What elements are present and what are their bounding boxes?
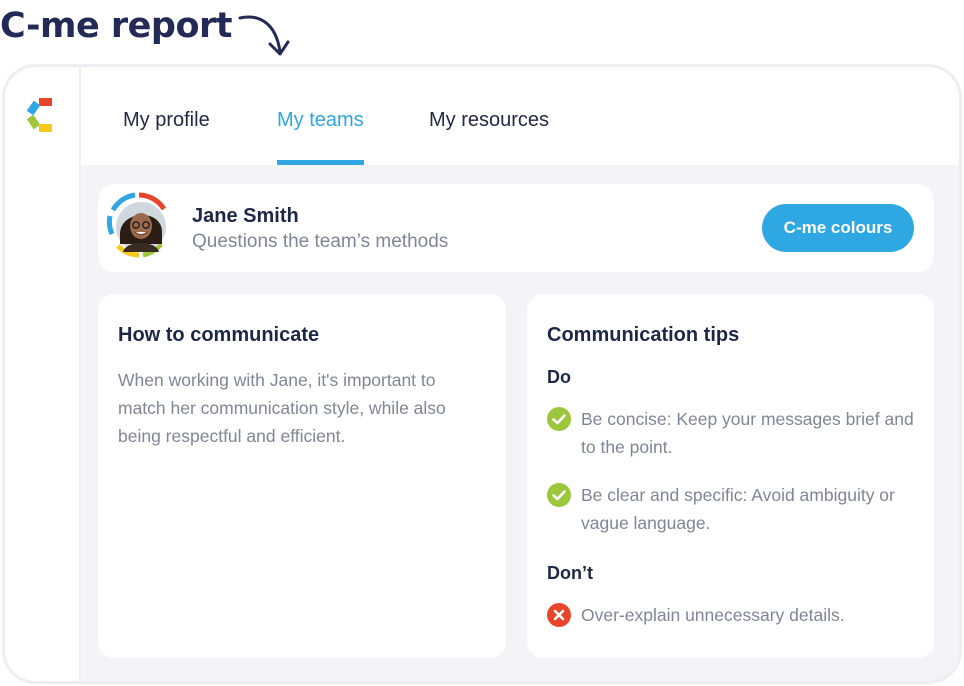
profile-description: Questions the team’s methods	[192, 231, 449, 252]
c-me-colours-button[interactable]: C-me colours	[762, 204, 914, 252]
card-title: How to communicate	[118, 324, 320, 346]
card-title: Communication tips	[547, 324, 740, 346]
check-circle-icon	[547, 483, 571, 507]
profile-card: Jane Smith Questions the team’s methods …	[98, 184, 934, 272]
dont-tip-item: Over-explain unnecessary details.	[547, 601, 919, 629]
avatar[interactable]	[106, 192, 172, 258]
communication-tips-card: Communication tips Do Be concise: Keep y…	[527, 294, 934, 658]
dont-label: Don’t	[547, 563, 593, 583]
c-me-logo-icon[interactable]	[25, 97, 61, 133]
x-circle-icon	[547, 603, 571, 627]
dont-tip-text: Over-explain unnecessary details.	[581, 605, 845, 625]
do-tip-item: Be clear and specific: Avoid ambiguity o…	[547, 481, 919, 537]
sidebar	[5, 67, 81, 681]
top-nav: My profile My teams My resources	[81, 67, 959, 165]
do-tip-item: Be concise: Keep your messages brief and…	[547, 405, 919, 461]
tab-my-profile[interactable]: My profile	[123, 67, 210, 165]
do-tip-text: Be concise: Keep your messages brief and…	[581, 409, 914, 457]
report-title: C-me report	[0, 6, 233, 46]
app-window: My profile My teams My resources Jane Sm…	[2, 64, 962, 684]
do-label: Do	[547, 367, 571, 387]
check-circle-icon	[547, 407, 571, 431]
tab-my-resources[interactable]: My resources	[429, 67, 549, 165]
how-to-communicate-card: How to communicate When working with Jan…	[98, 294, 506, 658]
card-body-text: When working with Jane, it's important t…	[118, 370, 446, 446]
curved-arrow-icon	[238, 15, 290, 56]
profile-name: Jane Smith	[192, 205, 299, 227]
main-content: My profile My teams My resources Jane Sm…	[81, 67, 959, 681]
tab-my-teams[interactable]: My teams	[277, 67, 364, 165]
do-tip-text: Be clear and specific: Avoid ambiguity o…	[581, 485, 895, 533]
